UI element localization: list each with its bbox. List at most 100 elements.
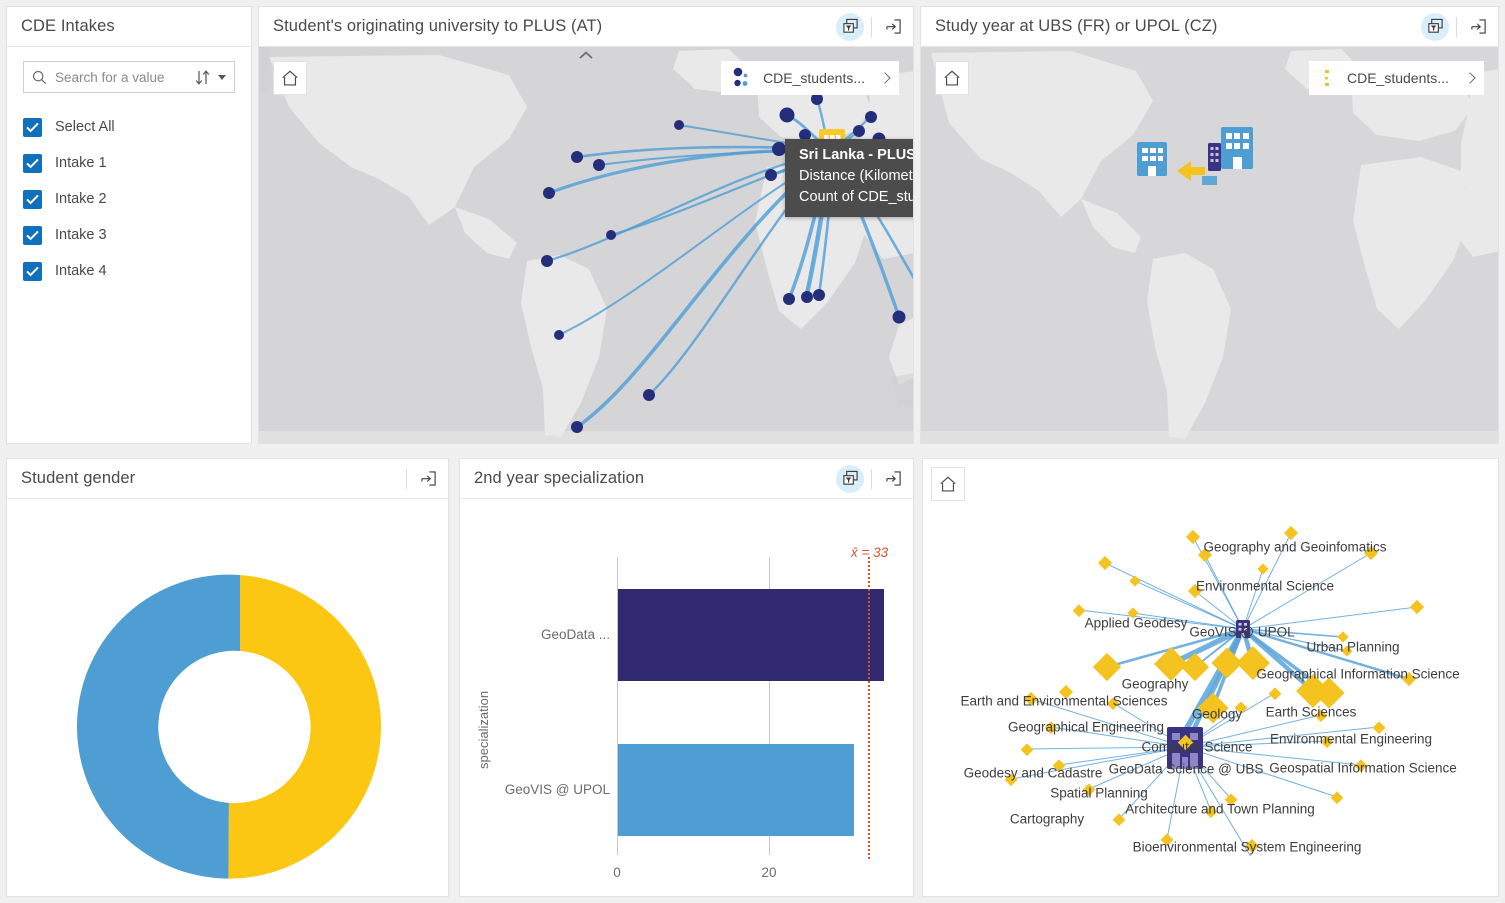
node-label-13[interactable]: Geodesy and Cadastre [964, 766, 1103, 781]
search-icon [32, 70, 47, 85]
node-label-0[interactable]: Geography and Geoinfomatics [1203, 540, 1386, 555]
panel-2nd-year-specialization: 2nd year specialization GeoData ... GeoV… [459, 458, 914, 897]
panel-student-gender: Student gender m f [6, 458, 449, 897]
legend-label: CDE_students... [763, 70, 865, 86]
bar-category-label-0: GeoData ... [540, 627, 610, 642]
checkbox-label: Intake 4 [55, 263, 107, 279]
donut-chart[interactable] [7, 499, 448, 896]
x-tick-0: 0 [613, 865, 621, 880]
donut-slice-f [228, 575, 381, 879]
page-title: Student gender [21, 469, 136, 487]
x-tick-20: 20 [761, 865, 777, 880]
node-label-19[interactable]: Bioenvironmental System Engineering [1133, 840, 1362, 855]
node-label-2[interactable]: Applied Geodesy [1085, 616, 1188, 631]
export-icon[interactable] [879, 465, 907, 493]
checkbox-label: Intake 2 [55, 191, 107, 207]
tooltip-title: Sri Lanka - PLUS [799, 147, 913, 163]
bar-geodata[interactable] [618, 589, 884, 681]
panel-body[interactable]: CDE_students... [921, 47, 1498, 443]
home-icon[interactable] [935, 61, 969, 95]
node-label-18[interactable]: Cartography [1010, 812, 1084, 827]
node-label-10[interactable]: Geographical Engineering [1008, 720, 1164, 735]
donut-slice-m [76, 574, 240, 879]
node-label-7[interactable]: Earth and Environmental Sciences [960, 694, 1167, 709]
node-label-1[interactable]: Environmental Science [1196, 579, 1334, 594]
divider [871, 468, 872, 489]
node-label-17[interactable]: Architecture and Town Planning [1125, 802, 1315, 817]
page-title: CDE Intakes [21, 17, 115, 35]
tooltip-row-label: Count of CDE_students: [799, 189, 913, 206]
y-axis-label: specialization [476, 690, 491, 769]
node-label-14[interactable]: GeoData Science @ UBS [1109, 762, 1264, 777]
world-map[interactable]: CDE_students... Sri Lanka - PLUS Distanc… [259, 47, 913, 443]
map-tooltip: Sri Lanka - PLUS Distance (Kilometers):7… [785, 139, 913, 218]
panel-header: Study year at UBS (FR) or UPOL (CZ) [921, 7, 1498, 47]
page-title: 2nd year specialization [474, 469, 645, 487]
panel-body[interactable]: CDE_students... Sri Lanka - PLUS Distanc… [259, 47, 913, 443]
panel-header: 2nd year specialization [460, 459, 913, 499]
world-map[interactable]: CDE_students... [921, 47, 1498, 443]
legend-toggle-button[interactable]: CDE_students... [721, 61, 899, 95]
checkbox-label: Intake 1 [55, 155, 107, 171]
page-title: Study year at UBS (FR) or UPOL (CZ) [935, 17, 1218, 35]
home-icon[interactable] [931, 467, 965, 501]
checkbox-label: Select All [55, 119, 115, 135]
checkbox-icon[interactable] [23, 189, 42, 209]
tooltip-row: Distance (Kilometers):7,849.4247 [799, 166, 913, 187]
search-input[interactable]: Search for a value [23, 61, 235, 93]
export-icon[interactable] [879, 13, 907, 41]
home-icon[interactable] [273, 61, 307, 95]
legend-symbol-icon [733, 66, 751, 90]
checkbox-row-select-all[interactable]: Select All [23, 109, 235, 145]
checkbox-row-intake-1[interactable]: Intake 1 [23, 145, 235, 181]
node-label-6[interactable]: Geographical Information Science [1256, 667, 1459, 682]
node-label-15[interactable]: Geospatial Information Science [1269, 761, 1457, 776]
checkbox-icon[interactable] [23, 117, 42, 137]
filter-icon[interactable] [1421, 12, 1449, 41]
node-label-9[interactable]: Earth Sciences [1266, 705, 1357, 720]
node-label-16[interactable]: Spatial Planning [1050, 786, 1148, 801]
legend-label: CDE_students... [1347, 70, 1449, 86]
page-title: Student's originating university to PLUS… [273, 17, 603, 35]
filter-icon[interactable] [836, 12, 864, 41]
node-label-5[interactable]: Geography [1122, 677, 1189, 692]
sort-icon[interactable] [194, 69, 226, 86]
panel-cde-intakes: CDE Intakes Search for a value Select Al… [6, 6, 252, 444]
checkbox-label: Intake 3 [55, 227, 107, 243]
checkbox-icon[interactable] [23, 225, 42, 245]
panel-body[interactable]: Geography and Geoinfomatics Environmenta… [923, 459, 1498, 896]
intake-checkbox-list: Select All Intake 1 Intake 2 Intake 3 In… [7, 103, 251, 289]
header-actions [1421, 7, 1492, 46]
legend-toggle-button[interactable]: CDE_students... [1309, 61, 1484, 95]
tooltip-row: Count of CDE_students:1 [799, 187, 913, 208]
node-label-11[interactable]: Computer Science [1141, 740, 1252, 755]
checkbox-icon[interactable] [23, 153, 42, 173]
checkbox-row-intake-3[interactable]: Intake 3 [23, 217, 235, 253]
bar-category-label-1: GeoVIS @ UPOL [504, 782, 610, 797]
dashboard: CDE Intakes Search for a value Select Al… [0, 0, 1505, 903]
divider [871, 16, 872, 37]
checkbox-icon[interactable] [23, 261, 42, 281]
node-label-12[interactable]: Environmental Engineering [1270, 732, 1432, 747]
panel-originating-university-map: Student's originating university to PLUS… [258, 6, 914, 444]
export-icon[interactable] [1464, 13, 1492, 41]
filter-icon[interactable] [836, 464, 864, 493]
divider [406, 468, 407, 489]
export-icon[interactable] [414, 465, 442, 493]
checkbox-row-intake-2[interactable]: Intake 2 [23, 181, 235, 217]
panel-study-year-map: Study year at UBS (FR) or UPOL (CZ) CDE_… [920, 6, 1499, 444]
panel-header: Student's originating university to PLUS… [259, 7, 913, 47]
node-label-8[interactable]: Geology [1192, 707, 1242, 722]
tooltip-row-label: Distance (Kilometers): [799, 168, 913, 184]
network-graph-canvas[interactable] [923, 459, 1498, 856]
collapse-panel-button[interactable] [564, 47, 608, 63]
panel-header: Student gender [7, 459, 448, 499]
search-placeholder: Search for a value [55, 69, 165, 85]
node-label-3[interactable]: GeoVIS @ UPOL [1189, 625, 1294, 640]
panel-body[interactable]: GeoData ... GeoVIS @ UPOL x̄ = 33 0 20 s… [460, 499, 913, 896]
checkbox-row-intake-4[interactable]: Intake 4 [23, 253, 235, 289]
node-label-4[interactable]: Urban Planning [1306, 640, 1399, 655]
panel-body[interactable]: m f Total: 66 students gender [7, 499, 448, 896]
bar-geovis[interactable] [618, 744, 854, 836]
header-actions [836, 459, 907, 498]
